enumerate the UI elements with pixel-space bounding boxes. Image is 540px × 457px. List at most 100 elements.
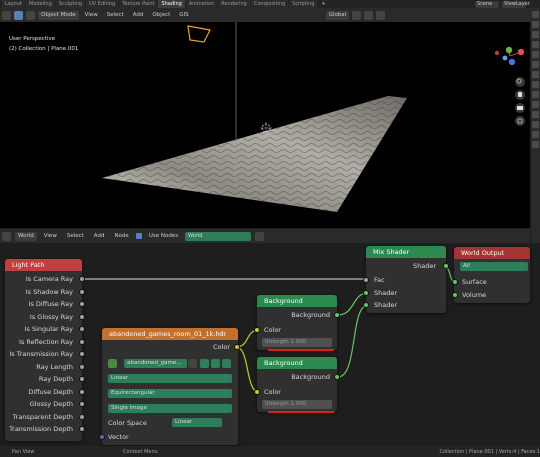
socket-is-singular-ray[interactable] (79, 326, 85, 332)
grid-view-icon[interactable] (515, 116, 525, 126)
image-name-field[interactable]: abandoned_game... (124, 359, 187, 368)
socket-bg1-color[interactable] (254, 327, 260, 333)
modifier-icon[interactable] (532, 81, 539, 88)
menu-select[interactable]: Select (104, 11, 127, 20)
particles-icon[interactable] (532, 91, 539, 98)
socket-env-vector[interactable] (99, 434, 105, 440)
image-new-icon[interactable] (200, 359, 209, 368)
tab-shading[interactable]: Shading (158, 0, 185, 8)
socket-world-volume[interactable] (452, 292, 458, 298)
shader-type-dropdown[interactable]: World (15, 231, 37, 241)
background-1-color-label: Color (264, 326, 281, 334)
zoom-icon[interactable] (515, 77, 525, 87)
socket-transparent-depth[interactable] (79, 414, 85, 420)
snap-icon[interactable] (364, 10, 374, 20)
tab-layout[interactable]: Layout (2, 0, 25, 8)
select-box-icon[interactable] (14, 10, 23, 20)
add-workspace-button[interactable]: + (318, 0, 328, 8)
editor-type-icon[interactable] (2, 10, 11, 20)
use-nodes-checkbox[interactable] (135, 233, 142, 239)
background-2-strength-field[interactable]: Strength 1.000 (262, 400, 332, 409)
camera-view-icon[interactable] (515, 103, 525, 113)
tweak-icon[interactable] (26, 10, 35, 20)
tab-scripting[interactable]: Scripting (289, 0, 318, 8)
3d-viewport[interactable]: User Perspective (2) Collection | Plane.… (0, 22, 530, 228)
data-icon[interactable] (532, 121, 539, 128)
pan-hand-icon[interactable] (515, 90, 525, 100)
socket-bg1-output[interactable] (334, 312, 340, 318)
node-menu-add[interactable]: Add (91, 232, 108, 241)
water-plane[interactable] (102, 96, 407, 212)
world-icon[interactable] (532, 61, 539, 68)
pin-icon[interactable] (255, 231, 265, 241)
menu-view[interactable]: View (82, 11, 101, 20)
socket-mix-shader2[interactable] (363, 302, 369, 308)
color-space-dropdown[interactable]: Linear (172, 418, 222, 427)
navigation-gizmo[interactable] (494, 46, 525, 66)
socket-diffuse-depth[interactable] (79, 389, 85, 395)
socket-is-diffuse-ray[interactable] (79, 301, 85, 307)
node-menu-select[interactable]: Select (64, 232, 87, 241)
physics-icon[interactable] (532, 101, 539, 108)
socket-mix-fac[interactable] (363, 277, 369, 283)
socket-glossy-depth[interactable] (79, 401, 85, 407)
socket-env-color[interactable] (234, 344, 240, 350)
source-dropdown[interactable]: Single Image (108, 404, 232, 413)
socket-transmission-depth[interactable] (79, 426, 85, 432)
texture-icon[interactable] (532, 141, 539, 148)
node-editor-canvas[interactable]: Light Path Is Camera Ray Is Shadow Ray I… (0, 243, 540, 446)
tab-texture-paint[interactable]: Texture Paint (119, 0, 158, 8)
menu-object[interactable]: Object (149, 11, 173, 20)
socket-ray-length[interactable] (79, 364, 85, 370)
view-layer-icon[interactable] (532, 41, 539, 48)
material-icon[interactable] (532, 131, 539, 138)
socket-is-reflection-ray[interactable] (79, 339, 85, 345)
image-open-icon[interactable] (211, 359, 220, 368)
socket-mix-output[interactable] (443, 263, 449, 269)
socket-is-shadow-ray[interactable] (79, 289, 85, 295)
image-reload-icon[interactable] (188, 359, 197, 368)
socket-ray-depth[interactable] (79, 376, 85, 382)
node-menu-node[interactable]: Node (111, 232, 131, 241)
env-output-color-label: Color (213, 343, 230, 351)
tab-modeling[interactable]: Modeling (26, 0, 55, 8)
top-right-controls: Scene ViewLayer (475, 0, 530, 8)
menu-gis[interactable]: GIS (176, 11, 191, 20)
tab-compositing[interactable]: Compositing (250, 0, 289, 8)
output-icon[interactable] (532, 31, 539, 38)
socket-bg2-color[interactable] (254, 389, 260, 395)
proportional-edit-icon[interactable] (376, 10, 386, 20)
image-unlink-icon[interactable] (222, 359, 231, 368)
menu-add[interactable]: Add (130, 11, 147, 20)
socket-is-camera-ray[interactable] (79, 276, 85, 282)
tab-uv-editing[interactable]: UV Editing (86, 0, 119, 8)
socket-mix-shader1[interactable] (363, 290, 369, 296)
tool-icon[interactable] (532, 11, 539, 18)
tab-rendering[interactable]: Rendering (218, 0, 250, 8)
view-layer-selector[interactable]: ViewLayer (502, 0, 530, 8)
object-icon[interactable] (532, 71, 539, 78)
scene-icon[interactable] (532, 51, 539, 58)
socket-is-transmission-ray[interactable] (79, 351, 85, 357)
render-icon[interactable] (532, 21, 539, 28)
image-browse-icon[interactable] (108, 359, 117, 368)
scene-selector[interactable]: Scene (475, 0, 499, 8)
tab-animation[interactable]: Animation (185, 0, 218, 8)
constraints-icon[interactable] (532, 111, 539, 118)
pivot-icon[interactable] (352, 10, 362, 20)
transform-orientation-dropdown[interactable]: Global (325, 10, 350, 20)
socket-bg2-output[interactable] (334, 374, 340, 380)
mix-input-fac-label: Fac (374, 276, 385, 284)
camera-icon[interactable] (187, 22, 211, 43)
tab-sculpting[interactable]: Sculpting (55, 0, 86, 8)
socket-is-glossy-ray[interactable] (79, 314, 85, 320)
object-mode-dropdown[interactable]: Object Mode (38, 10, 79, 20)
interpolation-dropdown[interactable]: Linear (108, 374, 232, 383)
projection-dropdown[interactable]: Equirectangular (108, 389, 232, 398)
socket-world-surface[interactable] (452, 279, 458, 285)
world-output-target-dropdown[interactable]: All (460, 262, 528, 271)
background-1-strength-field[interactable]: Strength 1.000 (262, 338, 332, 347)
node-menu-view[interactable]: View (41, 232, 60, 241)
world-datablock-field[interactable]: World (185, 231, 252, 241)
node-editor-type-icon[interactable] (2, 231, 11, 241)
